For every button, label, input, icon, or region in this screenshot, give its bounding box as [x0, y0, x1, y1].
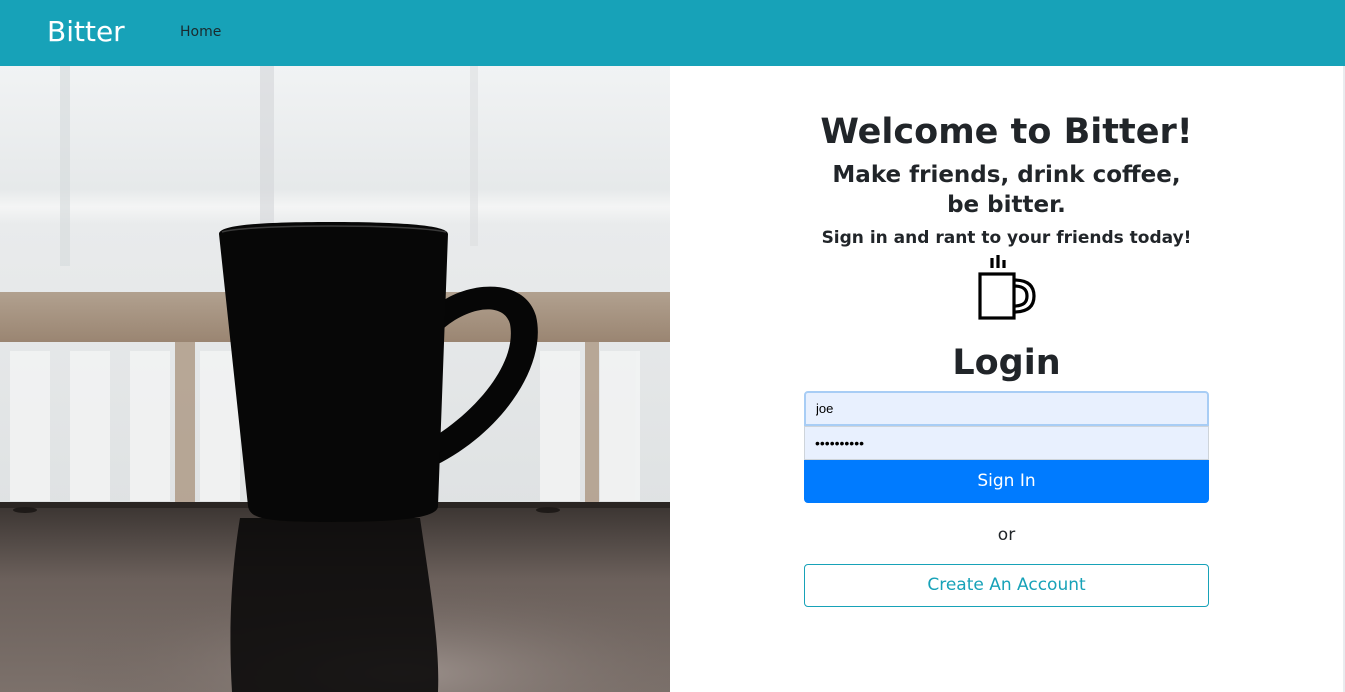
username-input[interactable] — [804, 391, 1209, 426]
welcome-heading: Welcome to Bitter! — [820, 112, 1193, 152]
login-panel: Welcome to Bitter! Make friends, drink c… — [670, 66, 1343, 692]
hero-image — [0, 66, 670, 692]
login-title: Login — [952, 343, 1061, 383]
tagline-heading: Make friends, drink coffee, be bitter. — [832, 162, 1181, 218]
coffee-cup-icon — [978, 255, 1036, 320]
brand-logo[interactable]: Bitter — [47, 14, 125, 50]
create-account-button[interactable]: Create An Account — [804, 564, 1209, 607]
nav-home-link[interactable]: Home — [180, 23, 221, 41]
sign-in-button[interactable]: Sign In — [804, 460, 1209, 503]
or-divider-text: or — [997, 525, 1016, 545]
top-navbar: Bitter Home — [0, 0, 1345, 66]
subtagline-text: Sign in and rant to your friends today! — [821, 228, 1192, 248]
password-input[interactable] — [804, 426, 1209, 460]
coffee-mug-photo — [0, 66, 670, 692]
